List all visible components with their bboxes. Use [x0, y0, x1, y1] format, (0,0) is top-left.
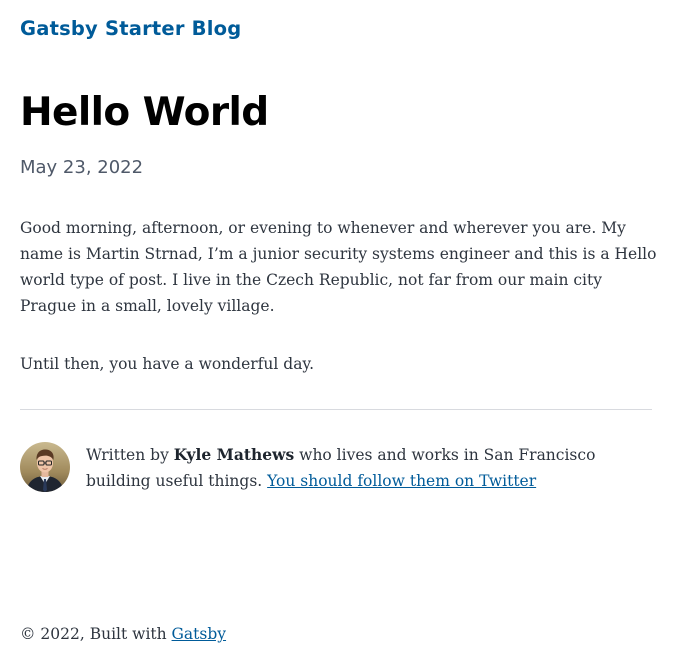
author-name: Kyle Mathews: [173, 445, 295, 464]
site-footer: © 2022, Built with Gatsby: [20, 621, 226, 647]
page: Gatsby Starter Blog Hello World May 23, …: [0, 0, 680, 667]
footer-copyright: © 2022, Built with: [20, 625, 172, 643]
divider: [20, 409, 652, 410]
post-paragraph-2: Until then, you have a wonderful day.: [20, 355, 315, 373]
post-title: Hello World: [20, 90, 269, 135]
twitter-follow-link[interactable]: You should follow them on Twitter: [267, 472, 536, 490]
gatsby-link[interactable]: Gatsby: [172, 625, 227, 643]
author-bio: Written by Kyle Mathews who lives and wo…: [86, 442, 662, 494]
bio-prefix: Written by: [86, 446, 174, 464]
author-avatar-icon: [20, 442, 70, 492]
site-title-link[interactable]: Gatsby Starter Blog: [20, 17, 241, 40]
post-paragraph-1: Good morning, afternoon, or evening to w…: [20, 219, 657, 315]
post-date: May 23, 2022: [20, 157, 144, 178]
